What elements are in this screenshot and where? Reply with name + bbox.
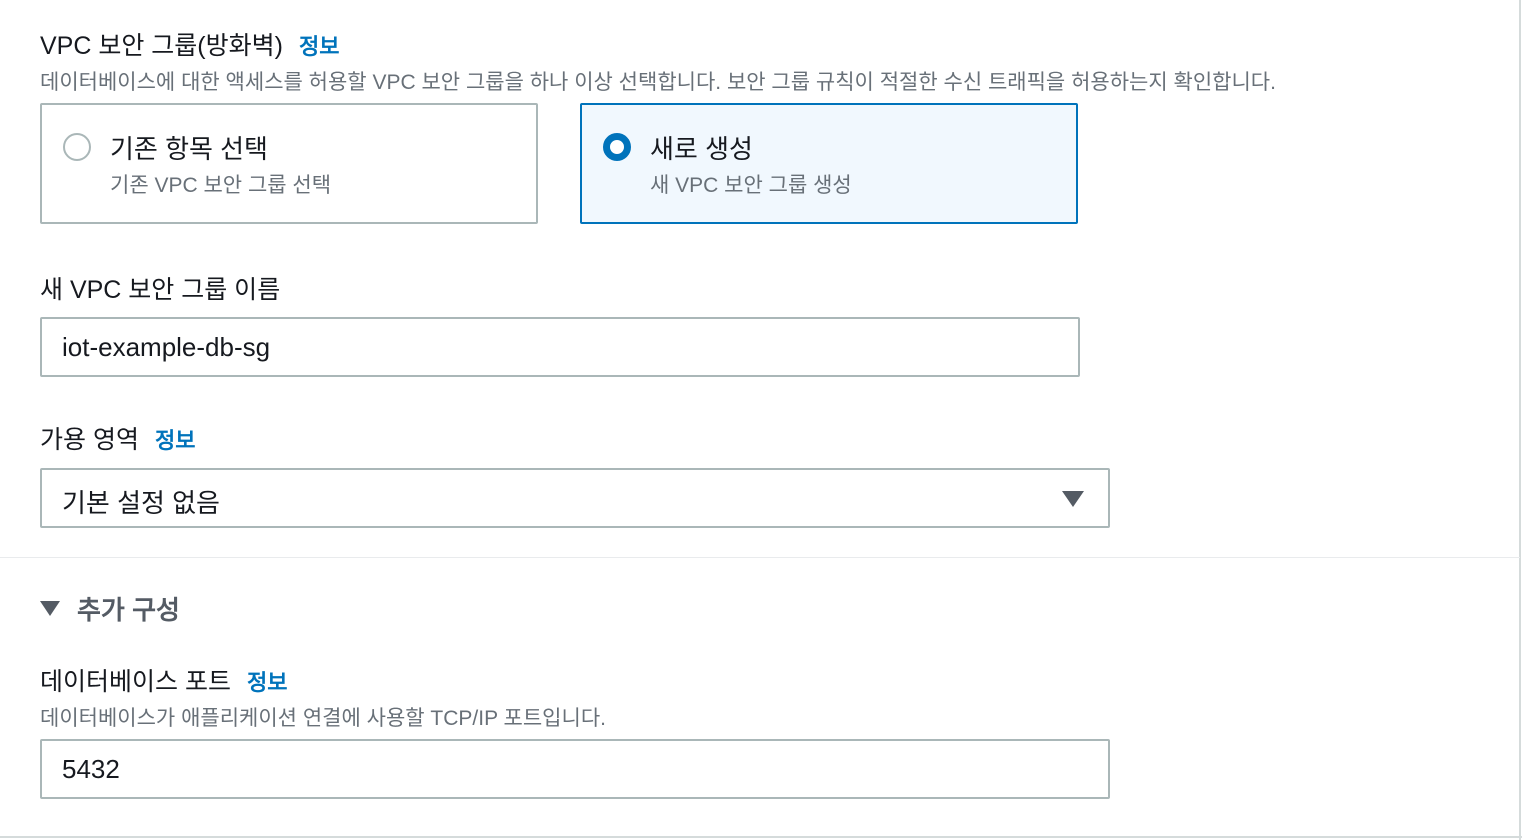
caret-down-icon: [1062, 491, 1084, 507]
tile-create-new[interactable]: 새로 생성 새 VPC 보안 그룹 생성: [580, 103, 1078, 224]
section-divider: [0, 557, 1520, 558]
vpc-security-group-info-link[interactable]: 정보: [299, 34, 339, 59]
availability-zone-label-text: 가용 영역: [40, 426, 139, 454]
caret-down-icon: [40, 601, 60, 616]
radio-choose-existing[interactable]: [63, 133, 91, 161]
additional-config-label: 추가 구성: [77, 595, 180, 625]
vpc-security-group-description: 데이터베이스에 대한 액세스를 허용할 VPC 보안 그룹을 하나 이상 선택합…: [40, 71, 1276, 94]
tile-create-new-subtitle: 새 VPC 보안 그룹 생성: [650, 174, 852, 197]
tile-choose-existing-subtitle: 기존 VPC 보안 그룹 선택: [110, 174, 332, 197]
vpc-security-group-label-text: VPC 보안 그룹(방화벽): [40, 32, 283, 60]
panel-bottom-border: [0, 836, 1522, 838]
database-port-label-text: 데이터베이스 포트: [40, 668, 231, 696]
availability-zone-label: 가용 영역 정보: [40, 420, 195, 456]
tile-choose-existing[interactable]: 기존 항목 선택 기존 VPC 보안 그룹 선택: [40, 103, 538, 224]
new-sg-name-label: 새 VPC 보안 그룹 이름: [40, 276, 281, 304]
panel-right-border: [1519, 0, 1521, 840]
database-port-info-link[interactable]: 정보: [247, 670, 287, 695]
radio-create-new[interactable]: [603, 133, 631, 161]
availability-zone-info-link[interactable]: 정보: [155, 428, 195, 453]
database-port-description: 데이터베이스가 애플리케이션 연결에 사용할 TCP/IP 포트입니다.: [40, 707, 606, 730]
database-port-label: 데이터베이스 포트 정보: [40, 662, 287, 698]
tile-create-new-title: 새로 생성: [650, 134, 753, 164]
new-sg-name-input[interactable]: [40, 317, 1080, 377]
database-port-input[interactable]: [40, 739, 1110, 799]
availability-zone-select[interactable]: 기본 설정 없음: [40, 468, 1110, 528]
tile-choose-existing-title: 기존 항목 선택: [110, 134, 268, 164]
availability-zone-selected-value: 기본 설정 없음: [62, 488, 220, 518]
vpc-security-group-label: VPC 보안 그룹(방화벽) 정보: [40, 26, 339, 62]
